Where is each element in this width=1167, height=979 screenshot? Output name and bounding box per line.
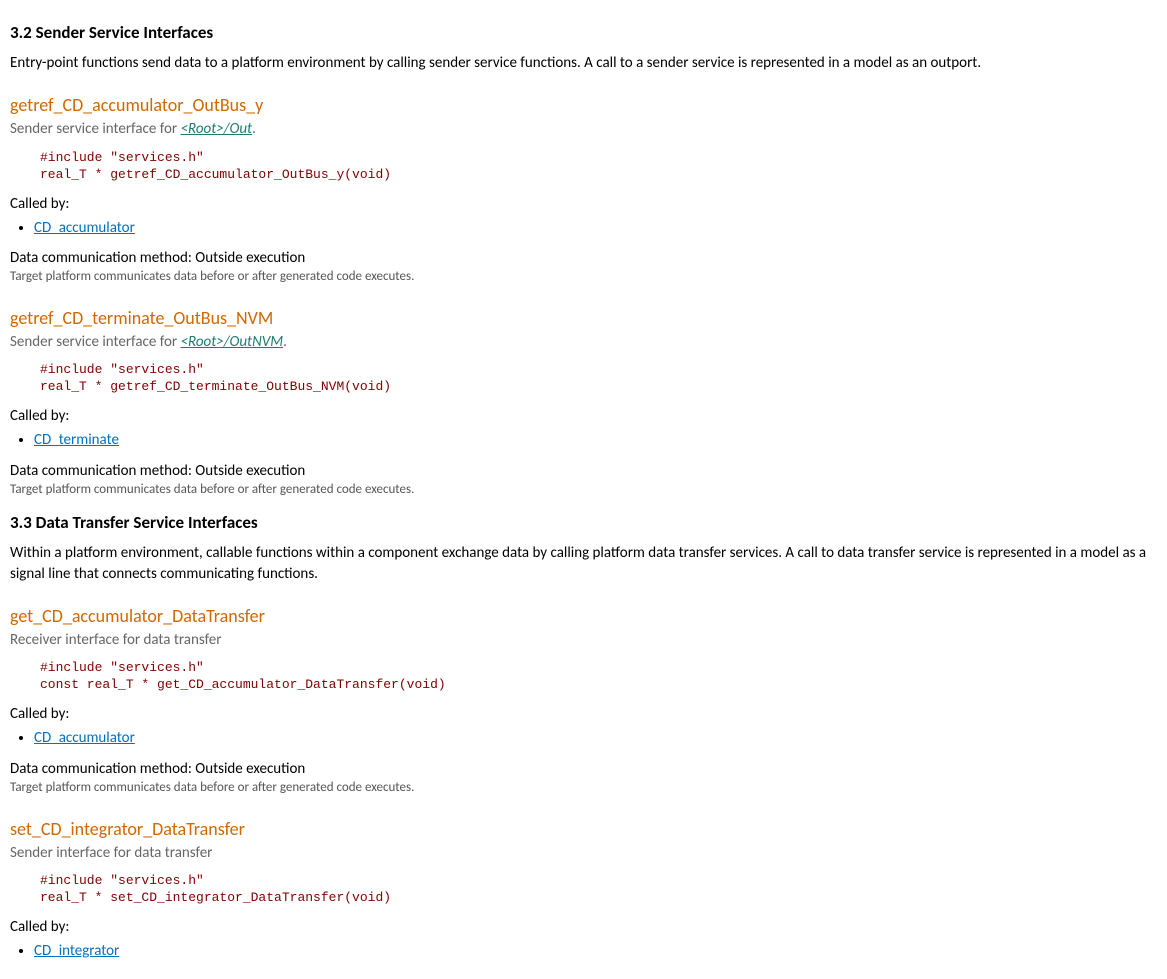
fn4-code: #include "services.h" real_T * set_CD_in… (40, 873, 1157, 907)
fn1-caller-list: CD_accumulator (34, 218, 1157, 238)
list-item: CD_integrator (34, 941, 1157, 961)
fn2-desc-suffix: . (283, 333, 287, 351)
fn4-desc: Sender interface for data transfer (10, 843, 1157, 863)
fn4-caller-list: CD_integrator (34, 941, 1157, 961)
fn3-caller-link[interactable]: CD_accumulator (34, 729, 135, 747)
section-3-3-heading: 3.3 Data Transfer Service Interfaces (10, 512, 1157, 535)
fn1-dcm-sub: Target platform communicates data before… (10, 268, 1157, 286)
fn3-dcm: Data communication method: Outside execu… (10, 759, 1157, 779)
fn3-caller-list: CD_accumulator (34, 728, 1157, 748)
fn2-desc-prefix: Sender service interface for (10, 333, 181, 351)
fn1-title: getref_CD_accumulator_OutBus_y (10, 93, 1157, 117)
list-item: CD_accumulator (34, 218, 1157, 238)
fn2-dcm: Data communication method: Outside execu… (10, 461, 1157, 481)
section-3-2-intro: Entry-point functions send data to a pla… (10, 53, 1157, 73)
fn3-desc: Receiver interface for data transfer (10, 630, 1157, 650)
fn1-desc-suffix: . (252, 120, 256, 138)
fn3-code: #include "services.h" const real_T * get… (40, 660, 1157, 694)
fn2-model-link[interactable]: <Root>/OutNVM (181, 333, 284, 351)
fn1-code: #include "services.h" real_T * getref_CD… (40, 150, 1157, 184)
fn3-dcm-sub: Target platform communicates data before… (10, 779, 1157, 797)
fn1-called-by-label: Called by: (10, 194, 1157, 214)
fn1-desc-prefix: Sender service interface for (10, 120, 181, 138)
section-3-2-heading: 3.2 Sender Service Interfaces (10, 22, 1157, 45)
fn4-called-by-label: Called by: (10, 917, 1157, 937)
fn2-dcm-sub: Target platform communicates data before… (10, 481, 1157, 499)
fn4-caller-link[interactable]: CD_integrator (34, 942, 119, 960)
list-item: CD_accumulator (34, 728, 1157, 748)
fn2-title: getref_CD_terminate_OutBus_NVM (10, 306, 1157, 330)
fn2-code: #include "services.h" real_T * getref_CD… (40, 362, 1157, 396)
fn3-called-by-label: Called by: (10, 704, 1157, 724)
fn2-caller-list: CD_terminate (34, 430, 1157, 450)
fn1-dcm: Data communication method: Outside execu… (10, 248, 1157, 268)
section-3-3-intro: Within a platform environment, callable … (10, 543, 1157, 584)
fn4-title: set_CD_integrator_DataTransfer (10, 817, 1157, 841)
fn1-model-link[interactable]: <Root>/Out (181, 120, 253, 138)
fn1-desc: Sender service interface for <Root>/Out. (10, 119, 1157, 139)
fn2-caller-link[interactable]: CD_terminate (34, 431, 119, 449)
fn1-caller-link[interactable]: CD_accumulator (34, 219, 135, 237)
fn2-called-by-label: Called by: (10, 406, 1157, 426)
fn3-title: get_CD_accumulator_DataTransfer (10, 604, 1157, 628)
fn2-desc: Sender service interface for <Root>/OutN… (10, 332, 1157, 352)
list-item: CD_terminate (34, 430, 1157, 450)
